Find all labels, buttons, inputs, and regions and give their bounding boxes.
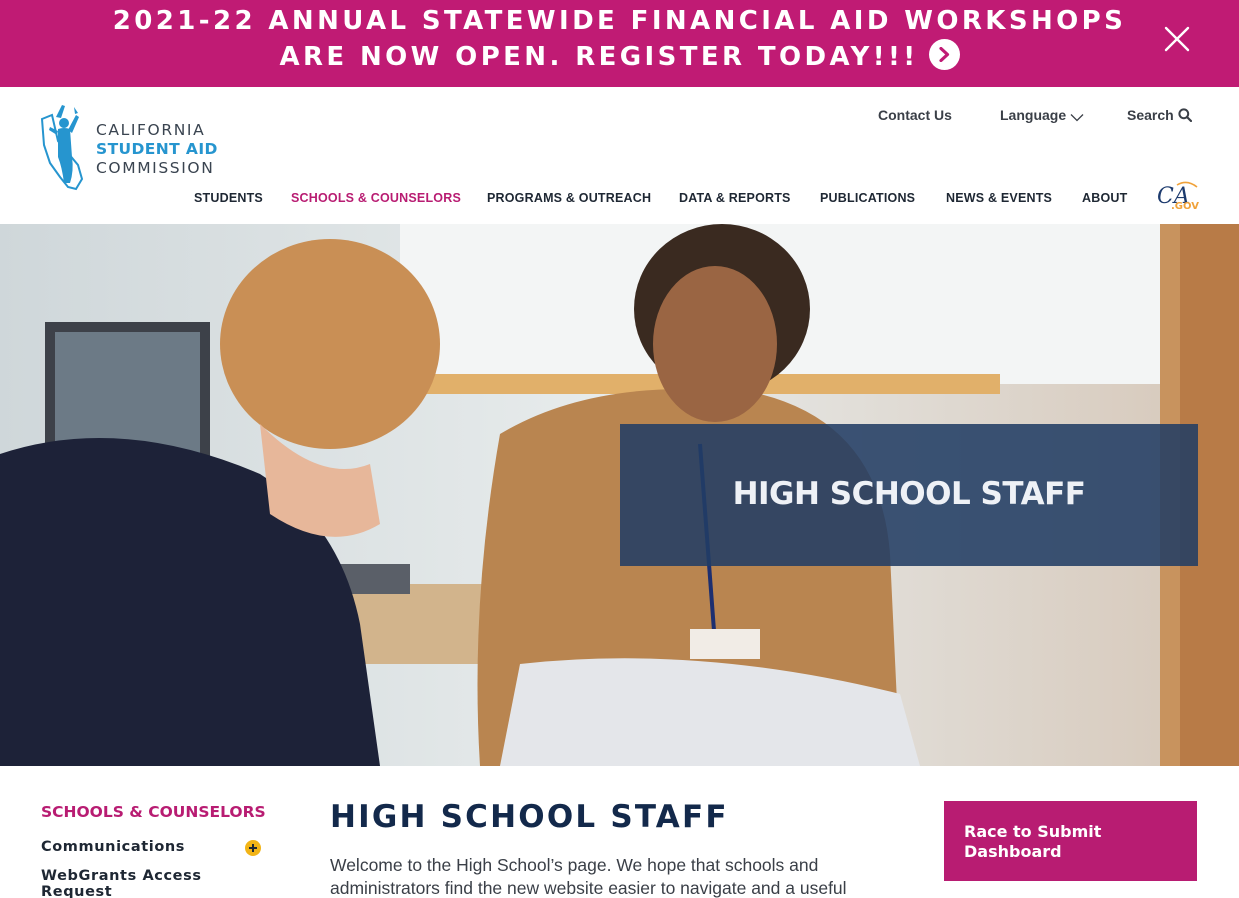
search-button[interactable]: Search: [1127, 107, 1192, 123]
sidebar-item-communications[interactable]: Communications: [41, 839, 185, 855]
search-icon: [1178, 108, 1192, 123]
intro-paragraph: Welcome to the High School’s page. We ho…: [330, 855, 847, 898]
csac-logo[interactable]: CALIFORNIA STUDENT AID COMMISSION: [38, 101, 248, 193]
banner-text-line-1[interactable]: 2021-22 ANNUAL STATEWIDE FINANCIAL AID W…: [0, 6, 1239, 36]
nav-data-reports[interactable]: DATA & REPORTS: [679, 191, 791, 205]
language-dropdown[interactable]: Language: [1000, 107, 1084, 123]
nav-about[interactable]: ABOUT: [1082, 191, 1127, 205]
banner-text-line-2[interactable]: ARE NOW OPEN. REGISTER TODAY!!!: [0, 39, 1239, 72]
nav-news-events[interactable]: NEWS & EVENTS: [946, 191, 1052, 205]
site-header: CALIFORNIA STUDENT AID COMMISSION Contac…: [0, 87, 1239, 224]
graduate-figure-icon: [40, 105, 84, 191]
logo-line-2: STUDENT AID: [96, 140, 218, 158]
language-label: Language: [1000, 107, 1067, 123]
expand-plus-icon[interactable]: [245, 840, 261, 856]
banner-text-line-2-label[interactable]: ARE NOW OPEN. REGISTER TODAY!!!: [279, 42, 918, 72]
nav-students[interactable]: STUDENTS: [194, 191, 263, 205]
sidebar-item-webgrants-access-request[interactable]: WebGrants Access Request: [41, 868, 221, 898]
sidebar-title[interactable]: SCHOOLS & COUNSELORS: [41, 803, 266, 821]
page-title: HIGH SCHOOL STAFF: [330, 799, 729, 835]
hero-image: HIGH SCHOOL STAFF: [0, 224, 1239, 766]
hero-title-box: HIGH SCHOOL STAFF: [620, 424, 1198, 566]
contact-us-link[interactable]: Contact Us: [878, 107, 952, 123]
close-icon[interactable]: [1164, 26, 1190, 52]
race-to-submit-dashboard-button[interactable]: Race to Submit Dashboard: [944, 801, 1197, 881]
chevron-down-icon: [1070, 114, 1084, 122]
search-label: Search: [1127, 107, 1174, 123]
ca-gov-logo[interactable]: CA .GOV: [1157, 181, 1201, 211]
announcement-banner: 2021-22 ANNUAL STATEWIDE FINANCIAL AID W…: [0, 0, 1239, 87]
logo-line-3: COMMISSION: [96, 159, 215, 177]
hero-title: HIGH SCHOOL STAFF: [732, 476, 1086, 512]
nav-programs-outreach[interactable]: PROGRAMS & OUTREACH: [487, 191, 651, 205]
chevron-right-circle-icon[interactable]: [928, 39, 960, 70]
logo-line-1: CALIFORNIA: [96, 121, 206, 139]
nav-schools-counselors[interactable]: SCHOOLS & COUNSELORS: [291, 191, 461, 205]
ca-gov-logo-gov: .GOV: [1171, 201, 1199, 211]
nav-publications[interactable]: PUBLICATIONS: [820, 191, 915, 205]
